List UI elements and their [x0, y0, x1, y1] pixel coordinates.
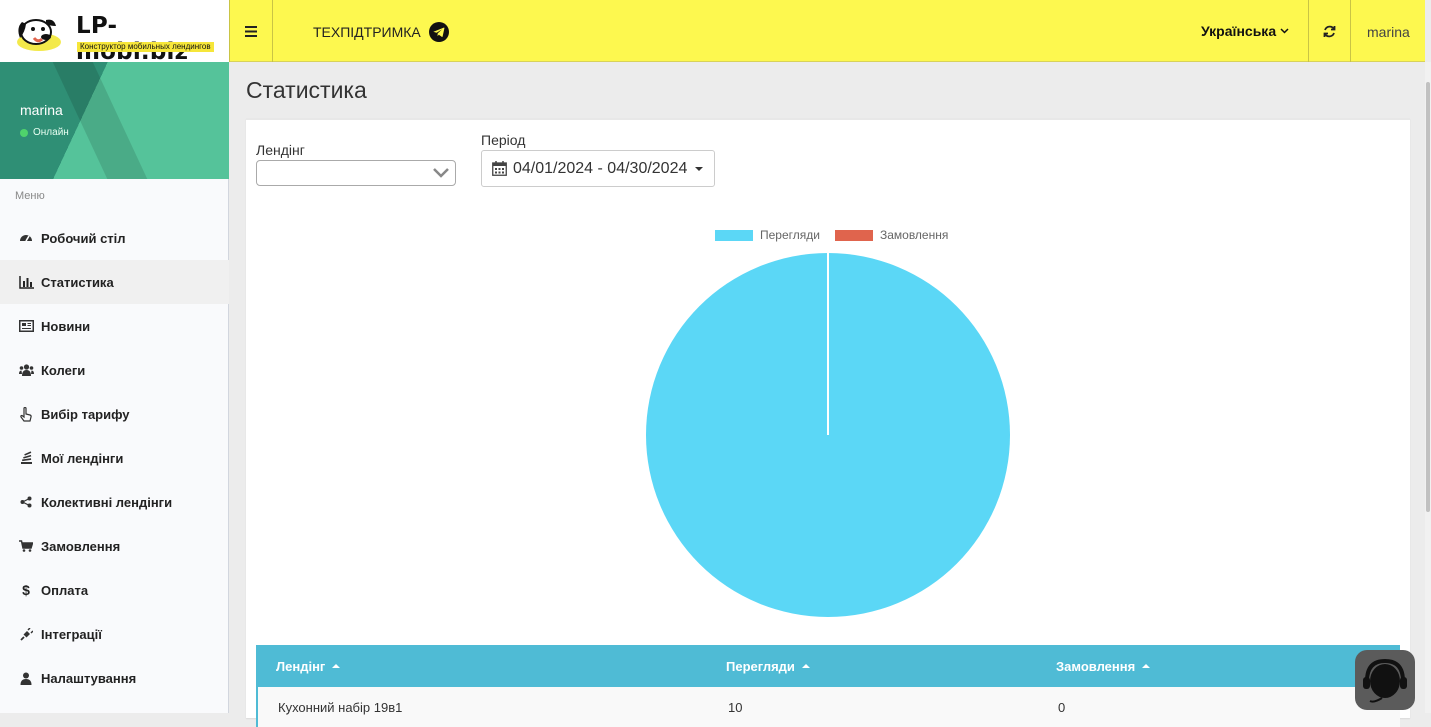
cell-orders: 0: [1058, 699, 1066, 715]
table-header: Лендінг Перегляди Замовлення: [256, 645, 1400, 687]
refresh-icon: [1323, 25, 1336, 37]
column-header-label: Замовлення: [1056, 658, 1136, 674]
sidebar-item-label: Інтеграції: [41, 626, 102, 642]
dashboard-icon: [18, 230, 34, 246]
sidebar-item-statistics[interactable]: Статистика: [0, 260, 229, 304]
support-link[interactable]: ТЕХПІДТРИМКА: [313, 22, 449, 42]
newspaper-icon: [18, 318, 34, 334]
sort-asc-icon: [332, 664, 341, 668]
support-chat-button[interactable]: [1355, 650, 1415, 710]
logo[interactable]: LP-mobi.biz Конструктор мобильных лендин…: [0, 0, 229, 65]
sidebar-item-my-landings[interactable]: Мої лендінги: [0, 436, 229, 480]
online-dot-icon: [20, 128, 28, 137]
sidebar-toggle-button[interactable]: [229, 0, 273, 62]
landing-filter-label: Лендінг: [256, 142, 305, 158]
legend-item[interactable]: Перегляди: [715, 228, 820, 242]
sidebar-item-label: Статистика: [41, 274, 114, 290]
sort-asc-icon: [1142, 664, 1151, 668]
users-icon: [18, 362, 34, 378]
user-menu[interactable]: marina: [1367, 24, 1410, 40]
cell-landing: Кухонний набір 19в1: [278, 699, 403, 715]
user-status: Онлайн: [20, 127, 69, 138]
sidebar-item-label: Колеги: [41, 362, 86, 378]
legend-swatch: [834, 229, 873, 241]
sidebar-item-label: Замовлення: [41, 538, 121, 554]
language-label: Українська: [1201, 23, 1277, 39]
table-row[interactable]: Кухонний набір 19в1 10 0: [256, 687, 1400, 727]
sidebar-item-dashboard[interactable]: Робочий стіл: [0, 216, 229, 260]
pie-chart: [646, 253, 1010, 617]
refresh-button[interactable]: [1308, 0, 1351, 62]
page-scrollbar[interactable]: [1425, 62, 1431, 713]
sidebar-item-settings[interactable]: Налаштування: [0, 656, 229, 700]
chart-legend: Перегляди Замовлення: [715, 228, 956, 242]
sidebar-item-payment[interactable]: $ Оплата: [0, 568, 229, 612]
legend-label: Перегляди: [760, 228, 820, 242]
sidebar-item-label: Налаштування: [41, 670, 137, 686]
calendar-icon: [492, 161, 507, 176]
brand-subtitle: Конструктор мобильных лендингов: [77, 42, 214, 52]
sidebar-item-collective-landings[interactable]: Колективні лендінги: [0, 480, 229, 524]
column-header-orders[interactable]: Замовлення: [1056, 658, 1151, 674]
bar-chart-icon: [18, 274, 34, 290]
hand-pointer-icon: [18, 406, 34, 422]
legend-swatch: [715, 229, 753, 241]
column-header-landing[interactable]: Лендінг: [276, 658, 341, 674]
user-panel-decoration: [52, 62, 148, 179]
plug-icon: [18, 626, 34, 642]
sidebar-item-tariff[interactable]: Вибір тарифу: [0, 392, 229, 436]
sidebar-item-news[interactable]: Новини: [0, 304, 229, 348]
legend-label: Замовлення: [879, 228, 949, 242]
column-header-label: Лендінг: [276, 658, 326, 674]
sidebar: LP-mobi.biz Конструктор мобильных лендин…: [0, 0, 229, 713]
statistics-table: Лендінг Перегляди Замовлення Кухонний на…: [256, 645, 1400, 727]
sort-asc-icon: [801, 664, 810, 668]
dog-logo-icon: [17, 19, 61, 51]
sidebar-item-colleagues[interactable]: Колеги: [0, 348, 229, 392]
user-icon: [18, 670, 34, 686]
date-range-picker[interactable]: 04/01/2024 - 04/30/2024: [481, 150, 715, 187]
telegram-icon: [428, 22, 449, 42]
dollar-icon: $: [22, 582, 30, 598]
hamburger-icon: [245, 25, 257, 37]
support-label: ТЕХПІДТРИМКА: [313, 24, 421, 40]
user-status-label: Онлайн: [33, 127, 69, 138]
legend-item[interactable]: Замовлення: [834, 228, 949, 242]
headset-icon: [1363, 658, 1407, 703]
language-dropdown[interactable]: Українська: [1201, 23, 1289, 39]
stack-icon: [18, 450, 34, 466]
share-icon: [18, 494, 34, 510]
sidebar-item-label: Оплата: [41, 582, 89, 598]
column-header-views[interactable]: Перегляди: [726, 659, 810, 674]
caret-down-icon: [695, 166, 704, 171]
sidebar-item-label: Вибір тарифу: [41, 406, 130, 422]
brand-title: LP-mobi.biz: [76, 13, 189, 65]
user-name: marina: [20, 102, 63, 118]
menu-header: Меню: [15, 190, 45, 202]
chevron-down-icon: [1280, 28, 1289, 34]
top-navbar: ТЕХПІДТРИМКА Українська marina: [229, 0, 1425, 62]
sidebar-item-label: Мої лендінги: [41, 450, 124, 466]
date-range-value: 04/01/2024 - 04/30/2024: [513, 159, 688, 177]
sidebar-menu: Робочий стіл Статистика Новини Колеги Ви…: [0, 216, 229, 700]
statistics-box: Лендінг Період 04/01/2024 - 04/30/2024 П…: [246, 118, 1410, 727]
cart-icon: [18, 538, 34, 554]
user-panel: marina Онлайн: [0, 62, 229, 179]
cell-views: 10: [728, 699, 743, 715]
scrollbar-thumb[interactable]: [1426, 82, 1430, 512]
sidebar-item-integrations[interactable]: Інтеграції: [0, 612, 229, 656]
sidebar-item-label: Колективні лендінги: [41, 494, 173, 510]
period-filter-label: Період: [481, 132, 526, 148]
landing-select[interactable]: [256, 160, 456, 186]
sidebar-item-label: Новини: [41, 318, 91, 334]
chevron-down-icon: [433, 168, 449, 178]
page-title: Статистика: [246, 77, 367, 103]
column-header-label: Перегляди: [726, 658, 795, 674]
sidebar-item-label: Робочий стіл: [41, 230, 126, 246]
sidebar-item-orders[interactable]: Замовлення: [0, 524, 229, 568]
